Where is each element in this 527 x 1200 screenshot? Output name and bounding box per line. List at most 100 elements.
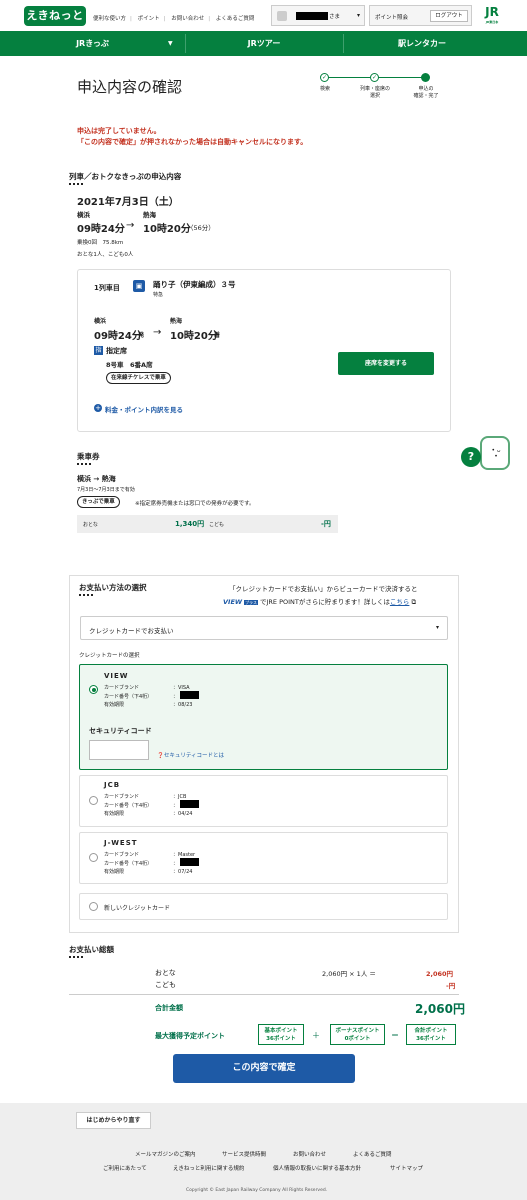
total-adult-label: おとな: [155, 969, 176, 977]
nav-rental-car[interactable]: 駅レンタカー: [343, 31, 501, 56]
card-radio-view[interactable]: [89, 685, 98, 694]
sum-points-box: 合計ポイント 36ポイント: [406, 1024, 456, 1045]
restart-button[interactable]: はじめからやり直す: [76, 1112, 151, 1129]
step-label-select: 列車・座席の 選択: [359, 86, 390, 99]
number-label: カード番号（下4桁）: [104, 860, 153, 867]
promo-text: でJRE POINTがさらに貯まります！詳しくは: [259, 598, 390, 606]
logout-button[interactable]: ログアウト: [430, 10, 468, 22]
chevron-down-icon: ▾: [357, 12, 361, 19]
footer-link[interactable]: メールマガジンのご案内: [135, 1150, 196, 1158]
warning-line: 「この内容で確定」が押されなかった場合は自動キャンセルになります。: [77, 138, 308, 146]
nav-label: JRきっぷ: [76, 39, 109, 48]
train-arr-suffix: 着: [214, 332, 221, 339]
footer-link[interactable]: サイトマップ: [390, 1164, 423, 1172]
expiry-label: 有効期限: [104, 702, 125, 708]
promo-line-2: VIEW プラス でJRE POINTがさらに貯まります！詳しくはこちら ⧉: [223, 596, 416, 607]
footer-link[interactable]: 個人情報の取扱いに関する基本方針: [273, 1164, 361, 1172]
reserved-seat-icon: 指: [94, 346, 103, 355]
sum-points-value: 36ポイント: [416, 1036, 446, 1042]
ticket-validity: 7月3日〜7月3日まで有効: [77, 487, 135, 493]
trip-transfers: 乗換0回 75.8km: [77, 240, 124, 246]
section-dash: [79, 594, 94, 596]
payment-method-select[interactable]: クレジットカードでお支払い ▾: [80, 616, 448, 640]
help-circle-icon: ❓: [157, 753, 164, 759]
train-index: 1列車目: [94, 284, 120, 292]
footer: はじめからやり直す メールマガジンのご案内 サービス提供時間 お問い合わせ よく…: [0, 1103, 527, 1200]
footer-link[interactable]: お問い合わせ: [293, 1150, 326, 1158]
confirm-button[interactable]: この内容で確定: [173, 1054, 355, 1083]
card-radio-jcb[interactable]: [89, 796, 98, 805]
step-label-search: 検索: [319, 86, 330, 92]
promo-link[interactable]: こちら: [390, 598, 410, 606]
footer-link[interactable]: えきねっと利用に関する規約: [173, 1164, 244, 1172]
trip-from: 横浜: [77, 211, 90, 219]
card-name-jwest: J-WEST: [104, 839, 138, 847]
seat-class: 指定席: [106, 347, 127, 355]
change-seat-button[interactable]: 座席を変更する: [338, 352, 434, 375]
ticket-section-title: 乗車券: [77, 452, 100, 461]
card-expiry-jcb: 04/24: [178, 811, 193, 817]
user-menu[interactable]: さま ▾: [271, 5, 365, 26]
nav-jr-tour[interactable]: JRツアー: [185, 31, 343, 56]
footer-link[interactable]: よくあるご質問: [353, 1150, 392, 1158]
card-number-redacted: [180, 858, 199, 866]
total-section-title: お支払い総額: [69, 945, 114, 954]
trip-passengers: おとな1人、こども0人: [77, 252, 134, 258]
payment-section-title: お支払い方法の選択: [79, 583, 147, 592]
colon: ：: [173, 860, 179, 867]
ticketless-badge: 在来線チケレスで乗車: [106, 372, 171, 384]
seat-number: 8号車 6番A席: [106, 361, 153, 369]
section-dash: [69, 956, 84, 958]
card-select-label: クレジットカードの選択: [79, 653, 140, 659]
train-type: 特急: [153, 292, 164, 298]
total-divider: [69, 994, 459, 995]
train-dep-station: 横浜: [94, 318, 107, 325]
user-name-redacted: [296, 12, 328, 20]
footer-link[interactable]: ご利用にあたって: [103, 1164, 147, 1172]
base-points-value: 36ポイント: [266, 1036, 296, 1042]
fare-breakdown-link[interactable]: 料金・ポイント内訳を見る: [105, 404, 183, 414]
security-code-input[interactable]: [89, 740, 149, 760]
point-inquiry-link[interactable]: ポイント照会: [375, 13, 408, 21]
train-arr-station: 熱海: [170, 318, 183, 325]
total-child-amount: -円: [446, 982, 456, 990]
promo-line-1: 「クレジットカードでお支払い」からビューカードで決済すると: [229, 585, 418, 593]
colon: ：: [173, 802, 179, 809]
user-icon: [277, 11, 287, 21]
chevron-down-icon: ▾: [436, 624, 440, 631]
utility-links: 便利な使い方 | ポイント | お問い合わせ | よくあるご質問: [93, 16, 255, 22]
chevron-down-icon: ▼: [168, 40, 173, 47]
train-dep-time: 09時24分: [94, 331, 142, 342]
point-box: ポイント照会 ログアウト: [369, 5, 472, 26]
expiry-label: 有効期限: [104, 811, 125, 817]
card-number-redacted: [180, 800, 199, 808]
trip-section-title: 列車／おトクなきっぷの申込内容: [69, 172, 182, 181]
total-amount: 2,060円: [415, 1002, 465, 1016]
site-logo[interactable]: えきねっと: [24, 6, 86, 26]
top-bar: えきねっと 便利な使い方 | ポイント | お問い合わせ | よくあるご質問 さま ▾…: [0, 0, 527, 31]
link-points[interactable]: ポイント: [138, 16, 160, 22]
nav-jr-kippu[interactable]: JRきっぷ ▼: [0, 31, 185, 56]
jr-logo-subtext: JR東日本: [485, 20, 499, 24]
brand-label: カードブランド: [104, 852, 140, 858]
mascot-icon[interactable]: • ᴗ •: [480, 436, 510, 470]
jr-east-logo[interactable]: JR JR東日本: [481, 4, 503, 26]
card-radio-new[interactable]: [89, 902, 98, 911]
link-faq[interactable]: よくあるご質問: [216, 16, 255, 22]
link-contact[interactable]: お問い合わせ: [171, 16, 204, 22]
card-radio-jwest[interactable]: [89, 853, 98, 862]
base-points-box: 基本ポイント 36ポイント: [258, 1024, 304, 1045]
link-howto[interactable]: 便利な使い方: [93, 16, 126, 22]
footer-link[interactable]: サービス提供時間: [222, 1150, 266, 1158]
brand-label: カードブランド: [104, 794, 140, 800]
ticket-adult-label: おとな: [83, 522, 98, 528]
view-plus-badge: プラス: [244, 600, 258, 605]
bonus-points-value: 0ポイント: [344, 1036, 371, 1042]
card-labels-view: カードブランド カード番号（下4桁） 有効期限: [104, 684, 152, 710]
number-label: カード番号（下4桁）: [104, 693, 153, 700]
ticket-child-price: -円: [321, 520, 331, 528]
warning-message: 申込は完了していません。 「この内容で確定」が押されなかった場合は自動キャンセル…: [77, 126, 307, 148]
security-help-link[interactable]: ❓セキュリティコードとは: [157, 751, 224, 759]
user-suffix: さま: [329, 14, 341, 20]
help-button[interactable]: ?: [461, 447, 481, 467]
